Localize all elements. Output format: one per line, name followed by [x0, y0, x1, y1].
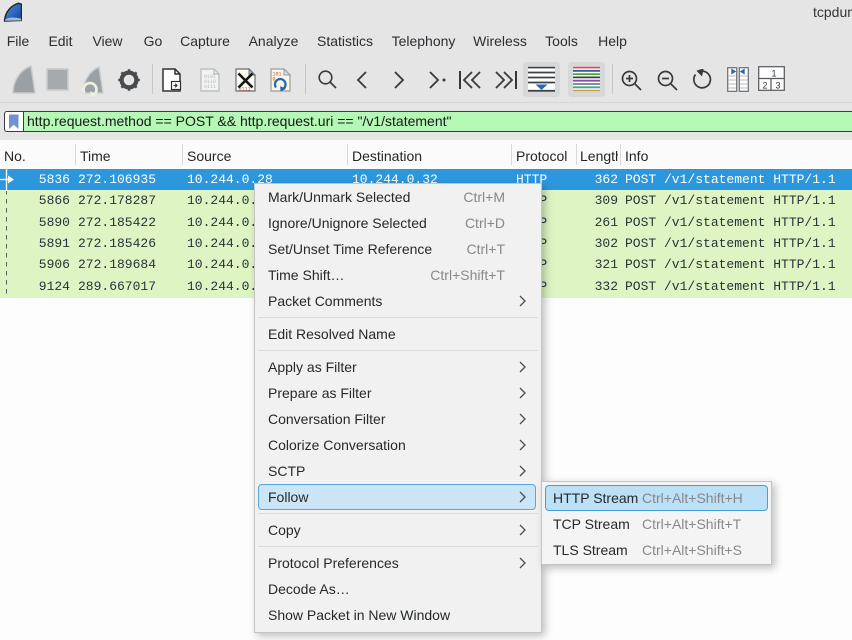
svg-text:0111: 0111: [204, 84, 216, 90]
svg-text:3: 3: [776, 81, 781, 91]
svg-text:1: 1: [772, 69, 777, 79]
svg-text:2: 2: [763, 81, 768, 91]
